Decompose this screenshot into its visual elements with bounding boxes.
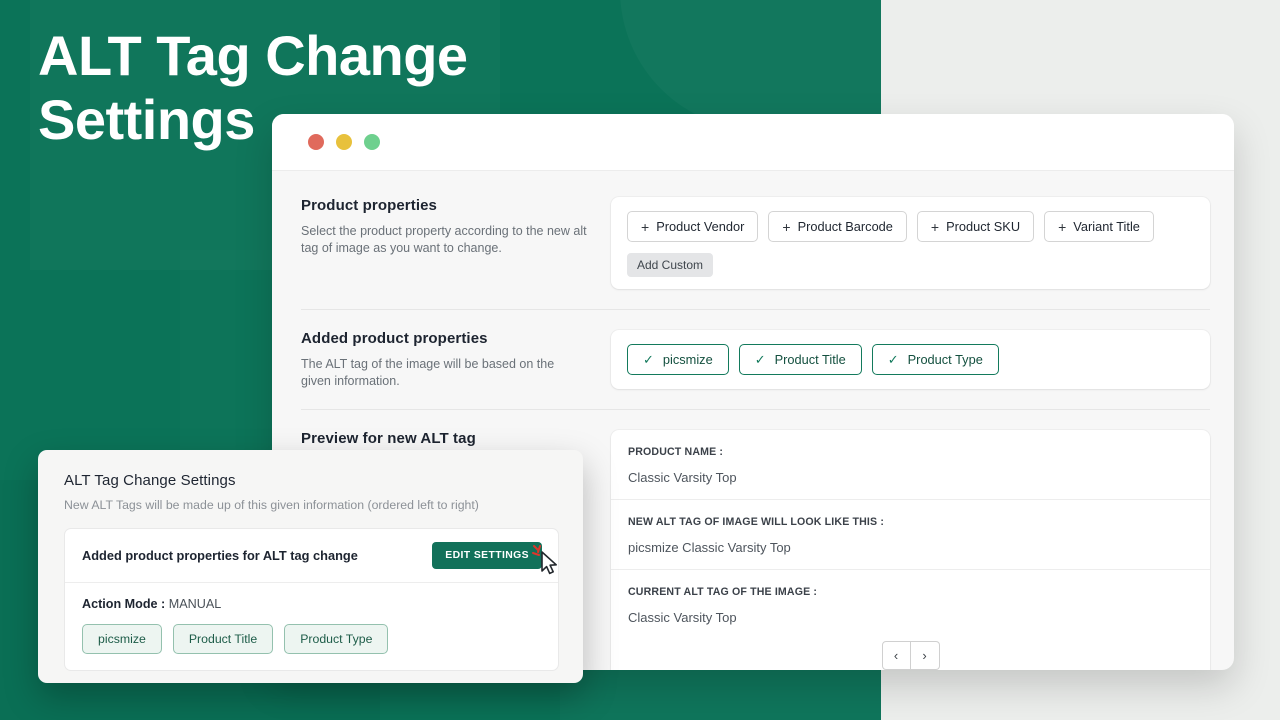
overlay-chip-list: picsmize Product Title Product Type [82,624,541,654]
added-property-product-type[interactable]: ✓ Product Type [872,344,999,375]
overlay-chip-product-title[interactable]: Product Title [173,624,273,654]
overlay-title: ALT Tag Change Settings [64,472,559,489]
action-mode-value: MANUAL [169,597,221,611]
preview-label: CURRENT ALT TAG OF THE IMAGE : [628,586,1193,598]
section-title: Product properties [301,197,587,214]
preview-row-product-name: PRODUCT NAME : Classic Varsity Top [611,430,1210,499]
section-content: ✓ picsmize ✓ Product Title ✓ Product Typ… [611,330,1210,389]
added-property-label: Product Title [775,352,846,367]
plus-icon: + [931,220,939,234]
pager-next-button[interactable]: › [911,641,940,670]
added-properties-list: ✓ picsmize ✓ Product Title ✓ Product Typ… [611,330,1210,389]
pager-prev-button[interactable]: ‹ [882,641,911,670]
overlay-subtitle: New ALT Tags will be made up of this giv… [64,498,559,512]
preview-value: Classic Varsity Top [628,470,1193,485]
overlay-chip-product-type[interactable]: Product Type [284,624,388,654]
section-description: The ALT tag of the image will be based o… [301,356,587,389]
plus-icon: + [641,220,649,234]
plus-icon: + [1058,220,1066,234]
add-property-variant-title[interactable]: + Variant Title [1044,211,1154,242]
preview-pager: ‹ › [611,631,1210,670]
option-label: Product Vendor [656,219,744,234]
action-mode-label: Action Mode : [82,597,165,611]
preview-label: NEW ALT TAG OF IMAGE WILL LOOK LIKE THIS… [628,516,1193,528]
overlay-chip-picsmize[interactable]: picsmize [82,624,162,654]
preview-value: Classic Varsity Top [628,610,1193,625]
edit-settings-button[interactable]: EDIT SETTINGS [432,542,542,569]
section-description-block: Preview for new ALT tag [301,430,611,447]
section-title: Preview for new ALT tag [301,430,587,447]
decorative-shape [620,0,881,130]
added-property-label: Product Type [908,352,983,367]
added-property-product-title[interactable]: ✓ Product Title [739,344,862,375]
section-added-properties: Added product properties The ALT tag of … [301,309,1210,409]
added-property-label: picsmize [663,352,713,367]
preview-value: picsmize Classic Varsity Top [628,540,1193,555]
overlay-card-body: Action Mode : MANUAL picsmize Product Ti… [65,583,558,670]
screenshot-root: ALT Tag Change Settings Product properti… [0,0,1280,720]
minimize-dot[interactable] [336,134,352,150]
preview-row-new-alt-tag: NEW ALT TAG OF IMAGE WILL LOOK LIKE THIS… [611,499,1210,569]
action-mode-line: Action Mode : MANUAL [82,597,541,611]
section-description-block: Added product properties The ALT tag of … [301,330,611,389]
product-properties-card: + Product Vendor + Product Barcode + Pro… [611,197,1210,289]
add-custom-button[interactable]: Add Custom [627,253,713,277]
section-title: Added product properties [301,330,587,347]
added-property-picsmize[interactable]: ✓ picsmize [627,344,729,375]
overlay-settings-card: Added product properties for ALT tag cha… [64,528,559,671]
check-icon: ✓ [888,353,899,366]
maximize-dot[interactable] [364,134,380,150]
close-dot[interactable] [308,134,324,150]
overlay-card-header: Added product properties for ALT tag cha… [65,529,558,583]
added-properties-card: ✓ picsmize ✓ Product Title ✓ Product Typ… [611,330,1210,389]
check-icon: ✓ [643,353,654,366]
add-property-product-sku[interactable]: + Product SKU [917,211,1034,242]
add-property-product-barcode[interactable]: + Product Barcode [768,211,907,242]
section-description: Select the product property according to… [301,223,587,256]
add-property-product-vendor[interactable]: + Product Vendor [627,211,758,242]
option-label: Variant Title [1073,219,1140,234]
section-content: + Product Vendor + Product Barcode + Pro… [611,197,1210,289]
section-description-block: Product properties Select the product pr… [301,197,611,256]
preview-label: PRODUCT NAME : [628,446,1193,458]
check-icon: ✓ [755,353,766,366]
preview-card: PRODUCT NAME : Classic Varsity Top NEW A… [611,430,1210,670]
product-properties-options: + Product Vendor + Product Barcode + Pro… [611,197,1210,289]
overlay-card-title: Added product properties for ALT tag cha… [82,548,358,563]
plus-icon: + [782,220,790,234]
section-content: PRODUCT NAME : Classic Varsity Top NEW A… [611,430,1210,670]
pointer-cursor [531,544,565,578]
option-label: Product Barcode [798,219,893,234]
preview-row-current-alt-tag: CURRENT ALT TAG OF THE IMAGE : Classic V… [611,569,1210,631]
section-product-properties: Product properties Select the product pr… [301,197,1210,309]
option-label: Product SKU [946,219,1020,234]
browser-titlebar [272,114,1234,171]
alt-tag-settings-overlay: ALT Tag Change Settings New ALT Tags wil… [38,450,583,683]
